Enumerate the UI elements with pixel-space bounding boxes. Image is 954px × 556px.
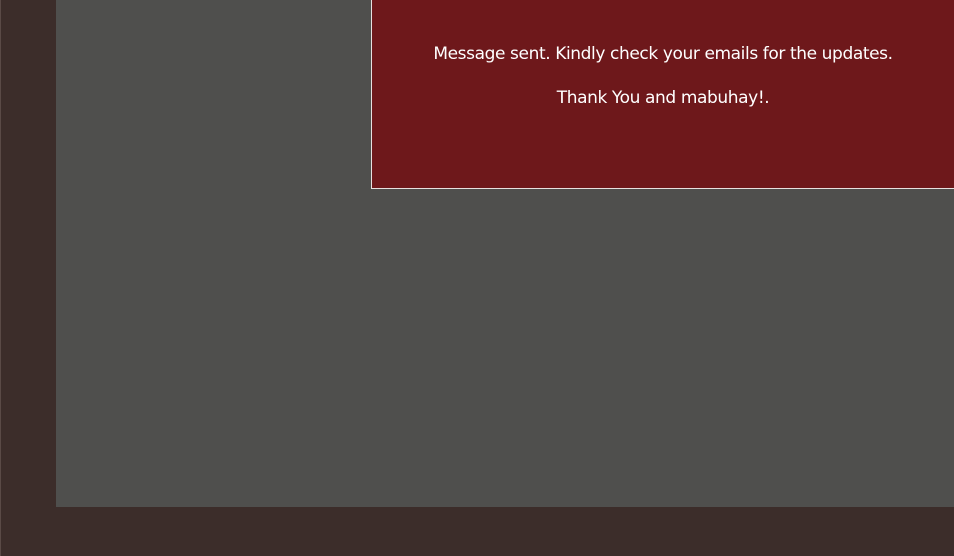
thank-you-text: Thank You and mabuhay!. (556, 88, 770, 108)
page-frame: Message sent. Kindly check your emails f… (0, 0, 954, 556)
confirmation-message-text: Message sent. Kindly check your emails f… (433, 44, 893, 64)
confirmation-message-box: Message sent. Kindly check your emails f… (371, 0, 954, 189)
frame-left-edge (0, 0, 1, 556)
